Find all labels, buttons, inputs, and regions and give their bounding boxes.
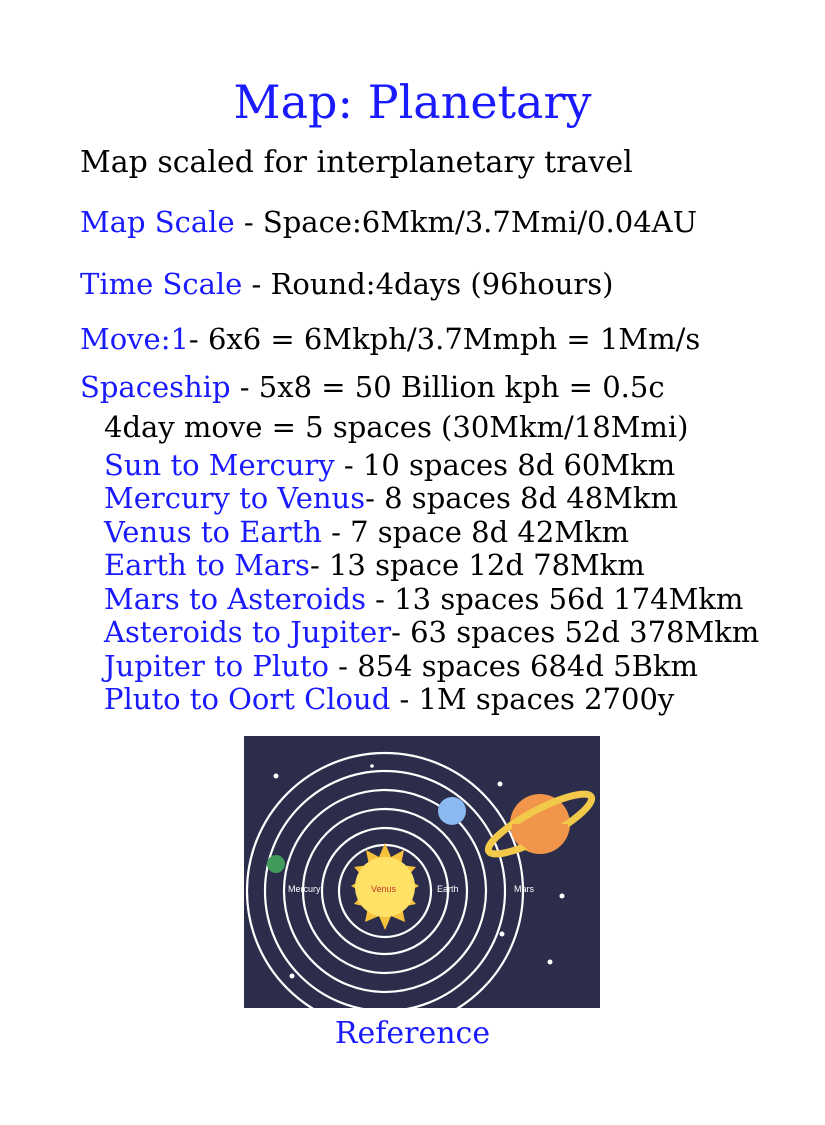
leg-link-sun-mercury[interactable]: Sun to Mercury — [104, 448, 335, 482]
time-scale-row: Time Scale - Round:4days (96hours) — [80, 267, 613, 301]
leg-value: - 13 spaces 56d 174Mkm — [365, 582, 744, 616]
leg-row: Jupiter to Pluto - 854 spaces 684d 5Bkm — [104, 649, 698, 683]
map-scale-link[interactable]: Map Scale — [80, 205, 235, 239]
leg-value: - 1M spaces 2700y — [390, 682, 675, 716]
leg-link-mercury-venus[interactable]: Mercury to Venus — [104, 481, 365, 515]
leg-link-earth-mars[interactable]: Earth to Mars — [104, 548, 310, 582]
time-scale-value: - Round:4days (96hours) — [242, 267, 614, 301]
time-scale-link[interactable]: Time Scale — [80, 267, 242, 301]
leg-value: - 8 spaces 8d 48Mkm — [365, 481, 678, 515]
solar-system-illustration: Mercury Venus Earth Mars — [244, 736, 600, 1031]
leg-row: Pluto to Oort Cloud - 1M spaces 2700y — [104, 682, 674, 716]
map-scale-value: - Space:6Mkm/3.7Mmi/0.04AU — [234, 205, 698, 239]
leg-link-jupiter-pluto[interactable]: Jupiter to Pluto — [104, 649, 329, 683]
leg-row: Earth to Mars- 13 space 12d 78Mkm — [104, 548, 645, 582]
leg-link-pluto-oort[interactable]: Pluto to Oort Cloud — [104, 682, 390, 716]
earth-label: Earth — [437, 884, 459, 894]
leg-link-asteroids-jupiter[interactable]: Asteroids to Jupiter — [104, 615, 391, 649]
venus-label: Venus — [371, 884, 397, 894]
mercury-label: Mercury — [288, 884, 321, 894]
reference-link[interactable]: Reference — [0, 1016, 825, 1051]
leg-link-mars-asteroids[interactable]: Mars to Asteroids — [104, 582, 366, 616]
leg-row: Asteroids to Jupiter- 63 spaces 52d 378M… — [104, 615, 759, 649]
leg-value: - 13 space 12d 78Mkm — [309, 548, 645, 582]
mars-label: Mars — [514, 884, 534, 894]
leg-value: - 10 spaces 8d 60Mkm — [334, 448, 676, 482]
spaceship-value: - 5x8 = 50 Billion kph = 0.5c — [230, 370, 665, 404]
solar-system-reference-image: Mercury Venus Earth Mars — [244, 736, 600, 1031]
leg-link-venus-earth[interactable]: Venus to Earth — [104, 515, 322, 549]
spaceship-link[interactable]: Spaceship — [80, 370, 231, 404]
page-title: Map: Planetary — [233, 75, 592, 129]
green-planet-icon — [267, 855, 285, 873]
move-value: - 6x6 = 6Mkph/3.7Mmph = 1Mm/s — [188, 322, 701, 356]
map-scale-row: Map Scale - Space:6Mkm/3.7Mmi/0.04AU — [80, 205, 697, 239]
leg-row: Sun to Mercury - 10 spaces 8d 60Mkm — [104, 448, 675, 482]
leg-value: - 854 spaces 684d 5Bkm — [328, 649, 698, 683]
blue-planet-icon — [438, 797, 466, 825]
page-subtitle: Map scaled for interplanetary travel — [80, 145, 633, 180]
leg-row: Mars to Asteroids - 13 spaces 56d 174Mkm — [104, 582, 743, 616]
leg-row: Venus to Earth - 7 space 8d 42Mkm — [104, 515, 629, 549]
leg-row: Mercury to Venus- 8 spaces 8d 48Mkm — [104, 481, 678, 515]
move-link[interactable]: Move:1 — [80, 322, 189, 356]
spaceship-detail: 4day move = 5 spaces (30Mkm/18Mmi) — [104, 410, 689, 444]
spaceship-row: Spaceship - 5x8 = 50 Billion kph = 0.5c — [80, 370, 665, 404]
leg-value: - 63 spaces 52d 378Mkm — [391, 615, 760, 649]
leg-value: - 7 space 8d 42Mkm — [321, 515, 630, 549]
move-row: Move:1- 6x6 = 6Mkph/3.7Mmph = 1Mm/s — [80, 322, 700, 356]
